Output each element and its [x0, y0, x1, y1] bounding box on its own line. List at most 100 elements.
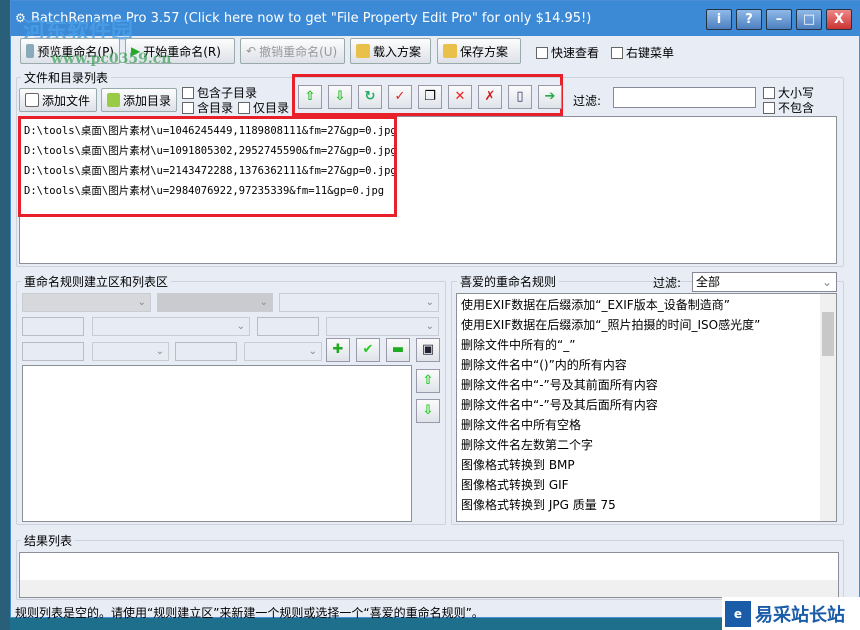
move-up-button[interactable]: ⇧	[298, 85, 322, 109]
refresh-icon: ↻	[364, 89, 376, 104]
move-down-button[interactable]: ⇩	[328, 85, 352, 109]
scrollbar-thumb[interactable]	[822, 312, 834, 356]
context-menu-checkbox[interactable]: 右键菜单	[611, 44, 674, 61]
undo-label: 撤销重命名(U)	[259, 44, 338, 59]
results-group-label: 结果列表	[21, 532, 76, 549]
rule-up-button[interactable]: ⇧	[416, 369, 440, 393]
only-dirs-label: 仅目录	[253, 101, 290, 115]
add-file-button[interactable]: 添加文件	[19, 88, 97, 112]
list-item[interactable]: 使用EXIF数据在后缀添加“_照片拍摄的时间_ISO感光度”	[457, 315, 836, 335]
add-dir-button[interactable]: 添加目录	[101, 88, 177, 112]
list-item[interactable]: 图像格式转换到 JPG 质量 75	[457, 495, 836, 515]
copy-icon: ❐	[424, 89, 436, 104]
check-doc-icon: ✓	[394, 89, 406, 104]
quick-view-label: 快速查看	[551, 46, 600, 60]
filter-input[interactable]	[613, 87, 756, 108]
rule-type-select[interactable]: ⌄	[22, 293, 151, 312]
list-item[interactable]: 图像格式转换到 BMP	[457, 455, 836, 475]
add-dir-label: 添加目录	[122, 93, 171, 108]
context-menu-label: 右键菜单	[626, 46, 675, 60]
arrow-down-icon: ⇩	[422, 403, 434, 418]
rule-field-3[interactable]	[22, 342, 84, 361]
delete-button[interactable]: ✕	[448, 85, 472, 109]
save-label: 保存方案	[460, 44, 509, 59]
not-contain-checkbox[interactable]: 不包含	[763, 99, 814, 116]
rule-field-2[interactable]	[257, 317, 319, 336]
refresh-button[interactable]: ↻	[358, 85, 382, 109]
list-item[interactable]: 删除文件名中“-”号及其后面所有内容	[457, 395, 836, 415]
apply-rule-button[interactable]: ✔	[356, 338, 380, 362]
delete-icon: ✕	[454, 89, 466, 104]
add-rule-button[interactable]: ✚	[326, 338, 350, 362]
floppy-disk-icon: ▣	[421, 342, 435, 357]
save-scheme-button[interactable]: 保存方案	[437, 38, 521, 64]
close-button[interactable]: X	[826, 9, 852, 30]
check-button[interactable]: ✓	[388, 85, 412, 109]
chevron-down-icon: ⌄	[821, 275, 832, 289]
watermark-text: 易采站长站	[755, 604, 845, 626]
doc-delete-icon: ✗	[484, 89, 496, 104]
load-label: 载入方案	[373, 44, 422, 59]
folder-open-icon	[356, 44, 370, 58]
files-group-label: 文件和目录列表	[21, 69, 112, 86]
rule-select-2[interactable]: ⌄	[92, 317, 250, 336]
load-scheme-button[interactable]: 载入方案	[350, 38, 431, 64]
only-dirs-checkbox[interactable]: 仅目录	[238, 99, 289, 116]
rule-option-select[interactable]: ⌄	[279, 293, 439, 312]
folder-icon	[107, 93, 120, 107]
list-item[interactable]: 删除文件名中“()”内的所有内容	[457, 355, 836, 375]
include-dirs-checkbox[interactable]: 含目录	[182, 99, 233, 116]
rule-target-select[interactable]: ⌄	[157, 293, 273, 312]
list-item[interactable]: 删除文件名中“-”号及其前面所有内容	[457, 375, 836, 395]
rules-group-label: 重命名规则建立区和列表区	[21, 273, 172, 290]
add-file-label: 添加文件	[42, 93, 91, 108]
favorites-list[interactable]: 使用EXIF数据在后缀添加“_EXIF版本_设备制造商” 使用EXIF数据在后缀…	[456, 293, 837, 522]
list-item[interactable]: 使用EXIF数据在后缀添加“_EXIF版本_设备制造商”	[457, 295, 836, 315]
favorites-scrollbar[interactable]	[820, 294, 836, 521]
not-contain-label: 不包含	[778, 101, 815, 115]
plus-icon: ✚	[332, 342, 344, 357]
rule-select-3[interactable]: ⌄	[326, 317, 439, 336]
export-button[interactable]: ➔	[538, 85, 562, 109]
watermark-url: www.pc0359.cn	[51, 51, 172, 67]
remove-rule-button[interactable]: ▬	[386, 338, 410, 362]
maximize-button[interactable]: □	[796, 9, 822, 30]
rule-field-4[interactable]	[175, 342, 237, 361]
copy-button[interactable]: ❐	[418, 85, 442, 109]
results-hscrollbar[interactable]	[20, 580, 838, 597]
minimize-button[interactable]: –	[766, 9, 792, 30]
rules-list[interactable]	[22, 365, 412, 522]
results-list[interactable]	[19, 552, 839, 598]
minus-icon: ▬	[391, 342, 405, 357]
export-icon: ➔	[544, 89, 556, 104]
app-window: ⚙ BatchRename Pro 3.57 (Click here now t…	[10, 0, 860, 620]
list-item[interactable]: 删除文件中所有的“_”	[457, 335, 836, 355]
list-item[interactable]: 删除文件名中所有空格	[457, 415, 836, 435]
rule-field-1[interactable]	[22, 317, 84, 336]
favorites-filter-value: 全部	[696, 275, 721, 289]
favorites-filter-label: 过滤:	[653, 276, 682, 290]
favorites-filter-select[interactable]: 全部 ⌄	[692, 272, 837, 292]
highlight-box-files	[18, 116, 397, 217]
document-button[interactable]: ▯	[508, 85, 532, 109]
filter-label: 过滤:	[573, 94, 602, 108]
rule-select-4[interactable]: ⌄	[92, 342, 169, 361]
list-item[interactable]: 删除文件名左数第二个字	[457, 435, 836, 455]
quick-view-checkbox[interactable]: 快速查看	[536, 44, 599, 61]
favorites-group-label: 喜爱的重命名规则	[457, 273, 560, 290]
file-icon	[25, 93, 39, 107]
checkmark-icon: ✔	[362, 342, 374, 357]
undo-rename-button[interactable]: ↶ 撤销重命名(U)	[240, 38, 345, 64]
rule-select-5[interactable]: ⌄	[244, 342, 322, 361]
preview-icon	[26, 44, 35, 58]
remove-invalid-button[interactable]: ✗	[478, 85, 502, 109]
arrow-up-icon: ⇧	[422, 373, 434, 388]
arrow-down-icon: ⇩	[334, 89, 346, 104]
list-item[interactable]: 图像格式转换到 GIF	[457, 475, 836, 495]
rule-down-button[interactable]: ⇩	[416, 399, 440, 423]
undo-icon: ↶	[246, 44, 257, 58]
help-button[interactable]: ?	[736, 9, 762, 30]
title-bar[interactable]: ⚙ BatchRename Pro 3.57 (Click here now t…	[11, 1, 860, 44]
save-rule-button[interactable]: ▣	[416, 338, 440, 362]
info-button[interactable]: i	[706, 9, 732, 30]
